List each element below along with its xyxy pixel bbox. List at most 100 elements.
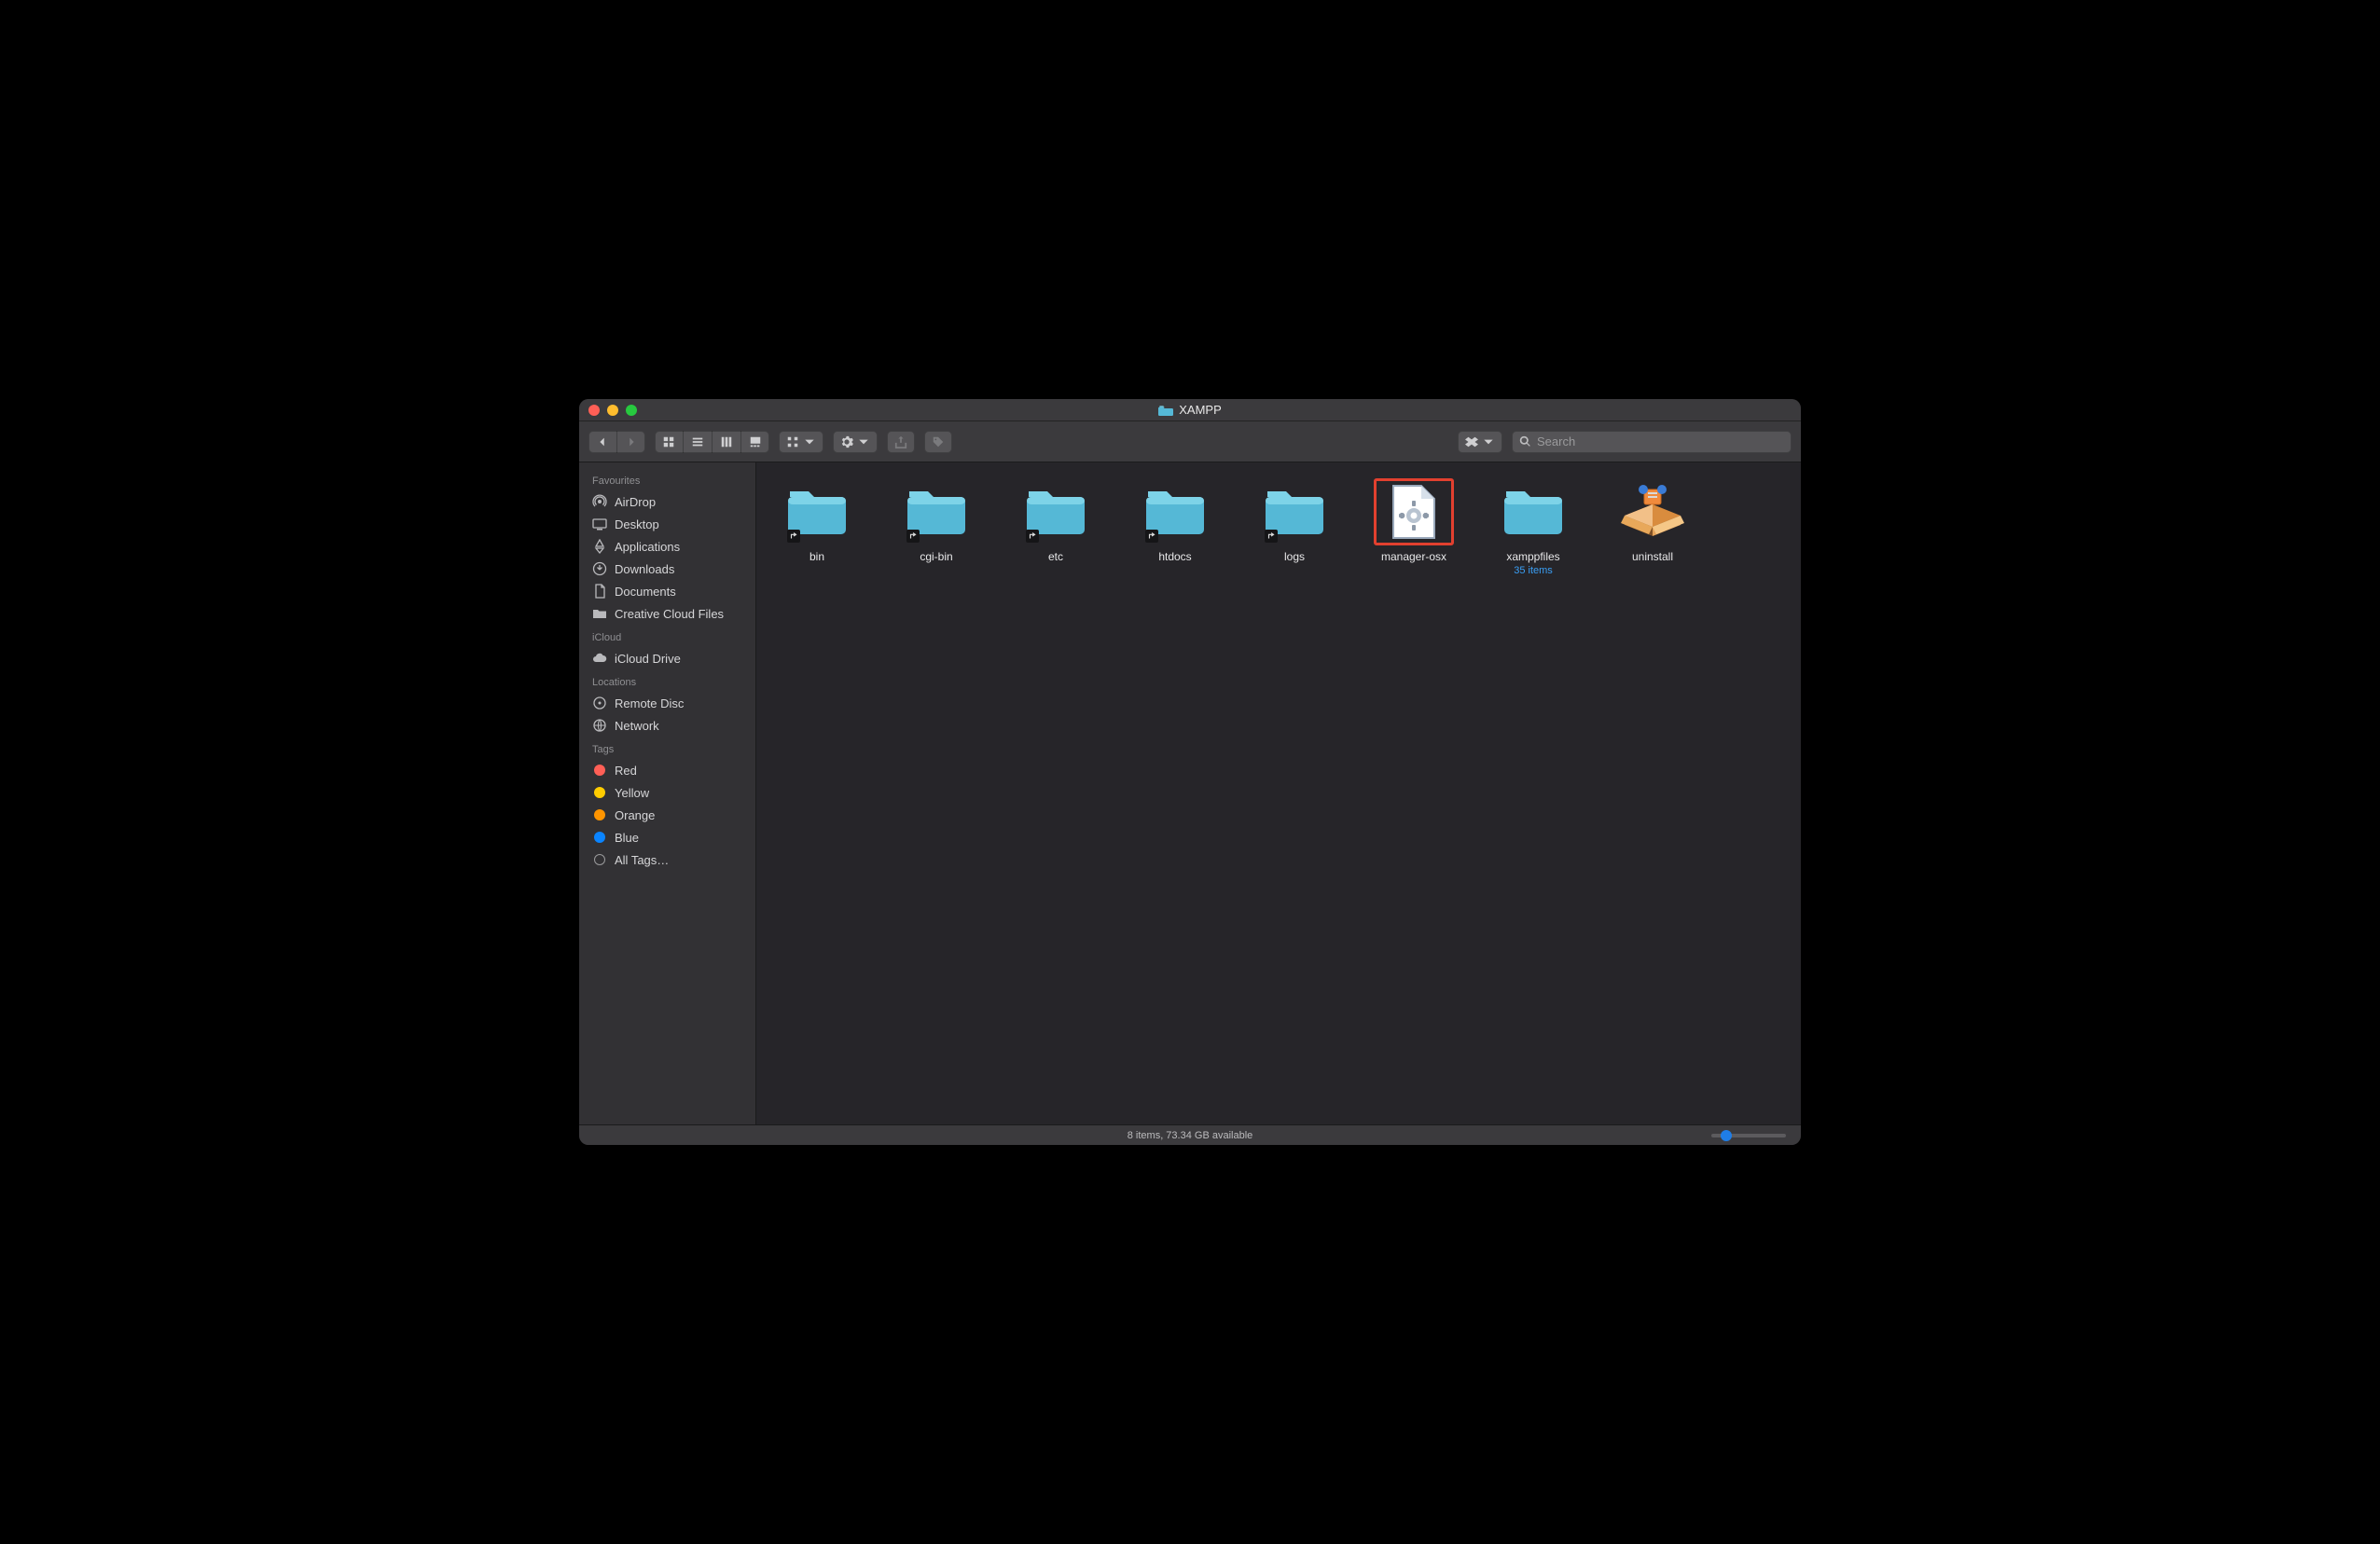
sidebar-item-documents[interactable]: Documents: [579, 580, 755, 602]
sidebar-item-label: Red: [615, 764, 637, 778]
status-bar: 8 items, 73.34 GB available: [579, 1124, 1801, 1145]
sidebar-item-remote-disc[interactable]: Remote Disc: [579, 692, 755, 714]
group-by-button[interactable]: [779, 431, 823, 453]
airdrop-icon: [592, 494, 607, 509]
tag-dot: [592, 785, 607, 800]
sidebar-item-label: Network: [615, 719, 659, 733]
forward-button[interactable]: [617, 431, 645, 453]
sidebar-item-yellow[interactable]: Yellow: [579, 781, 755, 804]
sidebar: FavouritesAirDrop Desktop Applications Down…: [579, 462, 756, 1124]
icon-size-slider[interactable]: [1711, 1134, 1786, 1137]
sidebar-item-label: Desktop: [615, 517, 659, 531]
search-field[interactable]: [1512, 431, 1792, 453]
file-item-bin[interactable]: bin: [766, 476, 868, 563]
sidebar-section-header: Favourites: [579, 468, 755, 490]
sidebar-item-creative-cloud-files[interactable]: Creative Cloud Files: [579, 602, 755, 625]
icon-grid: bin cgi-binetc htdocs logs manager-osx xamppf…: [756, 462, 1801, 589]
sidebar-item-red[interactable]: Red: [579, 759, 755, 781]
finder-window: XAMPP: [579, 399, 1801, 1145]
downloads-icon: [592, 561, 607, 576]
column-view-button[interactable]: [713, 431, 741, 453]
sidebar-item-icloud-drive[interactable]: iCloud Drive: [579, 647, 755, 669]
share-icon: [894, 435, 907, 448]
sidebar-item-blue[interactable]: Blue: [579, 826, 755, 848]
file-item-manager-osx[interactable]: manager-osx: [1363, 476, 1465, 563]
sidebar-item-label: Creative Cloud Files: [615, 607, 724, 621]
tag-icon: [932, 435, 945, 448]
disc-icon: [592, 696, 607, 710]
file-item-cgi-bin[interactable]: cgi-bin: [885, 476, 988, 563]
icon-view-button[interactable]: [655, 431, 684, 453]
group-by-button-group: [779, 431, 823, 453]
alias-badge-icon: [906, 530, 920, 543]
action-button-group: [833, 431, 878, 453]
file-item-etc[interactable]: etc: [1004, 476, 1107, 563]
gear-icon: [840, 435, 853, 448]
zoom-window-button[interactable]: [626, 405, 637, 416]
icloud-icon: [592, 651, 607, 666]
chevron-down-icon: [857, 435, 870, 448]
folder-icon: [1494, 479, 1572, 545]
alias-badge-icon: [787, 530, 800, 543]
sidebar-item-label: Orange: [615, 808, 655, 822]
file-item-label: logs: [1284, 550, 1305, 563]
list-view-button[interactable]: [684, 431, 713, 453]
sidebar-item-label: Downloads: [615, 562, 674, 576]
sidebar-item-label: Blue: [615, 831, 639, 845]
back-button[interactable]: [588, 431, 617, 453]
status-text: 8 items, 73.34 GB available: [1128, 1130, 1253, 1141]
chevron-down-icon: [803, 435, 816, 448]
dropbox-button-group: [1458, 431, 1502, 453]
sidebar-item-desktop[interactable]: Desktop: [579, 513, 755, 535]
file-item-xamppfiles[interactable]: xamppfiles35 items: [1482, 476, 1584, 576]
file-item-label: xamppfiles: [1506, 550, 1559, 563]
sidebar-item-all-tags[interactable]: All Tags…: [579, 848, 755, 871]
sidebar-item-applications[interactable]: Applications: [579, 535, 755, 558]
gallery-view-button[interactable]: [741, 431, 769, 453]
folder-icon: [1017, 479, 1095, 545]
action-menu-button[interactable]: [833, 431, 878, 453]
nav-buttons: [588, 431, 645, 453]
tag-dot: [592, 763, 607, 778]
desktop-icon: [592, 517, 607, 531]
share-button[interactable]: [887, 431, 915, 453]
sidebar-item-label: iCloud Drive: [615, 652, 681, 666]
sidebar-item-orange[interactable]: Orange: [579, 804, 755, 826]
sidebar-section-header: Locations: [579, 669, 755, 692]
sidebar-item-downloads[interactable]: Downloads: [579, 558, 755, 580]
sidebar-item-network[interactable]: Network: [579, 714, 755, 737]
tag-dot: [592, 807, 607, 822]
documents-icon: [592, 584, 607, 599]
search-input[interactable]: [1537, 434, 1784, 448]
dropbox-button[interactable]: [1458, 431, 1502, 453]
file-item-logs[interactable]: logs: [1243, 476, 1346, 563]
file-item-label: bin: [809, 550, 824, 563]
file-item-label: uninstall: [1632, 550, 1673, 563]
alias-badge-icon: [1265, 530, 1278, 543]
sidebar-item-label: Remote Disc: [615, 696, 684, 710]
search-icon: [1519, 435, 1531, 448]
file-item-label: htdocs: [1158, 550, 1191, 563]
dropbox-icon: [1465, 435, 1478, 448]
minimize-window-button[interactable]: [607, 405, 618, 416]
slider-knob[interactable]: [1721, 1130, 1732, 1141]
share-button-group: [887, 431, 915, 453]
edit-tags-button[interactable]: [924, 431, 952, 453]
file-item-uninstall[interactable]: uninstall: [1601, 476, 1704, 563]
file-browser[interactable]: bin cgi-binetc htdocs logs manager-osx xamppf…: [756, 462, 1801, 1124]
folder-icon: [1136, 479, 1214, 545]
sidebar-item-airdrop[interactable]: AirDrop: [579, 490, 755, 513]
sidebar-section-header: Tags: [579, 737, 755, 759]
window-title-text: XAMPP: [1179, 403, 1222, 417]
sidebar-item-label: Applications: [615, 540, 680, 554]
tag-dot: [592, 830, 607, 845]
close-window-button[interactable]: [588, 405, 600, 416]
file-item-label: manager-osx: [1381, 550, 1446, 563]
tags-button-group: [924, 431, 952, 453]
package-icon: [1613, 479, 1692, 545]
folder-icon: [1158, 405, 1173, 416]
sidebar-item-label: Documents: [615, 585, 676, 599]
window-title: XAMPP: [1158, 403, 1222, 417]
file-item-htdocs[interactable]: htdocs: [1124, 476, 1226, 563]
folder-icon: [592, 606, 607, 621]
